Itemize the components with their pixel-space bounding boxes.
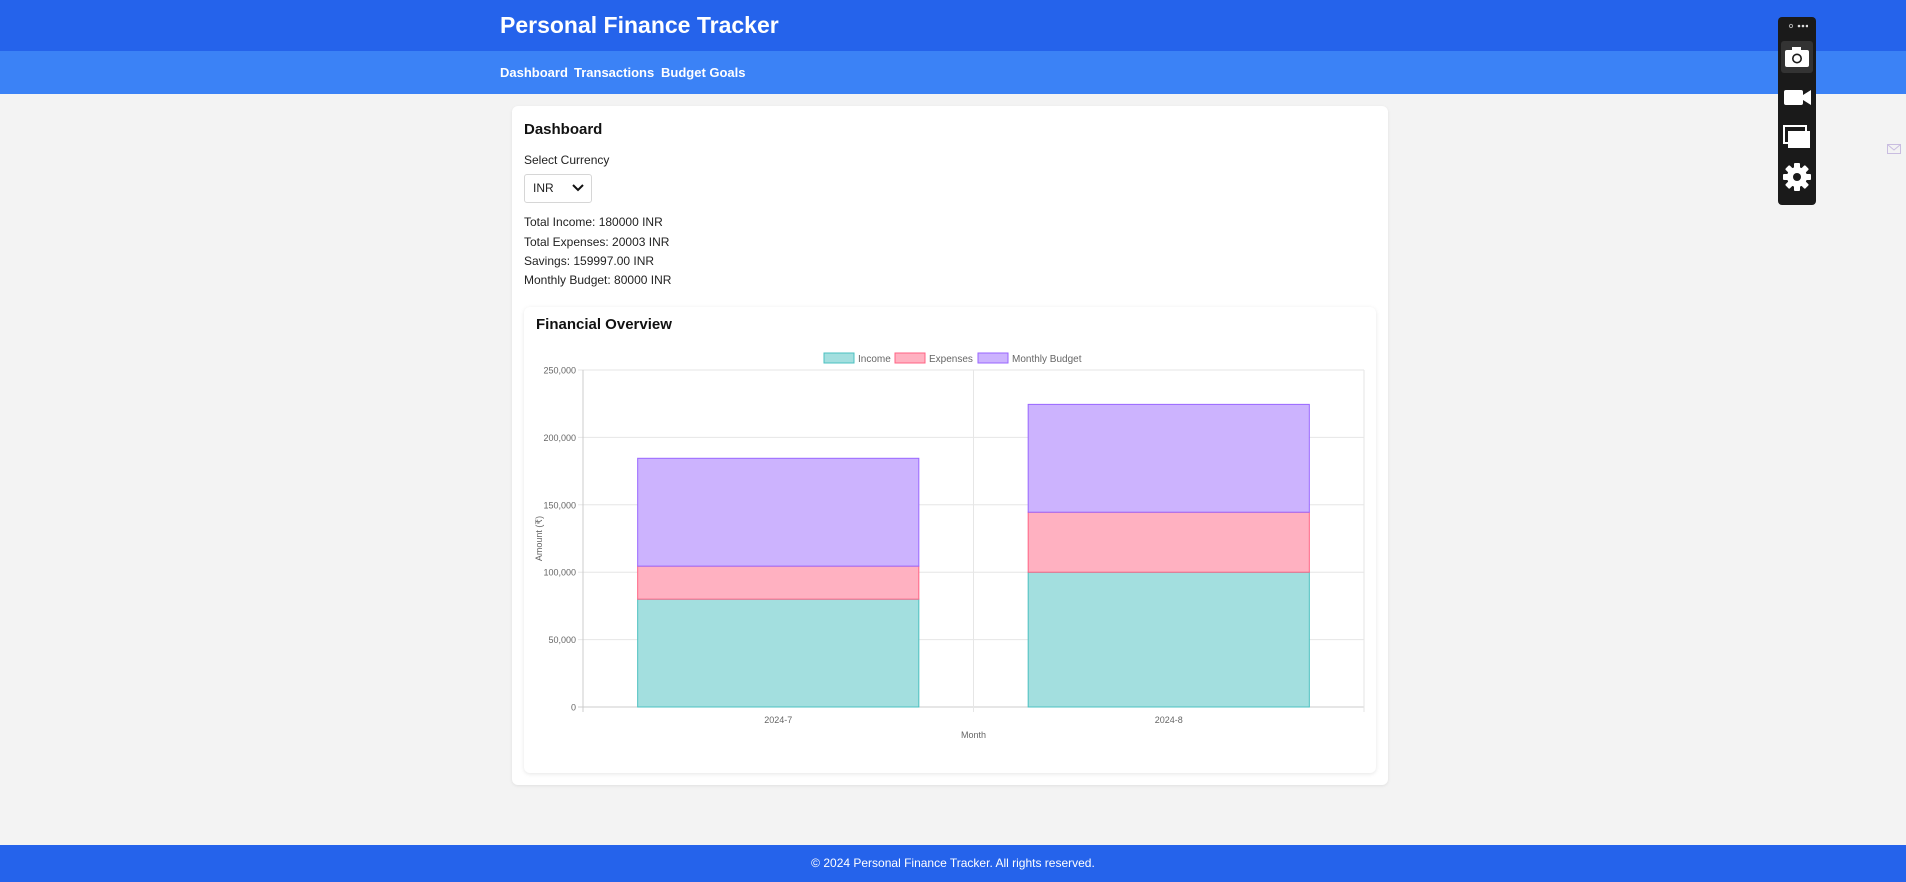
- legend-label: Monthly Budget: [1012, 354, 1082, 365]
- currency-label: Select Currency: [524, 153, 610, 167]
- financial-overview-chart: Income Expenses Monthly Budget 0 50,000 100,0…: [534, 352, 1365, 740]
- monthly-budget-stat: Monthly Budget: 80000 INR: [524, 273, 672, 287]
- savings-stat: Savings: 159997.00 INR: [524, 254, 655, 268]
- mail-icon[interactable]: [1887, 143, 1901, 155]
- header-bar: Personal Finance Tracker: [0, 0, 1906, 51]
- chart-card: Financial Overview Income Expenses Monthly…: [524, 307, 1376, 773]
- y-tick-label: 150,000: [543, 500, 576, 510]
- x-axis-title: Month: [961, 730, 986, 740]
- legend-swatch: [823, 352, 855, 364]
- legend-swatch: [977, 352, 1009, 364]
- legend-swatch: [894, 352, 926, 364]
- page-title: Dashboard: [524, 121, 603, 138]
- bar-income-2024-7: [637, 598, 920, 708]
- bar-monthly-budget-2024-7: [637, 457, 920, 567]
- y-tick-label: 250,000: [543, 366, 576, 376]
- total-expenses-stat: Total Expenses: 20003 INR: [524, 235, 670, 249]
- footer: © 2024 Personal Finance Tracker. All rig…: [0, 845, 1906, 882]
- x-tick-label: 2024-7: [764, 715, 792, 725]
- app-title: Personal Finance Tracker: [500, 12, 779, 38]
- nav-item-dashboard[interactable]: Dashboard: [500, 65, 568, 80]
- bar-expenses-2024-7: [637, 565, 920, 600]
- legend-item-monthly-budget: Monthly Budget: [977, 352, 1082, 365]
- x-tick-label: 2024-8: [1155, 715, 1183, 725]
- legend-label: Income: [858, 354, 891, 365]
- bar-monthly-budget-2024-8: [1027, 403, 1310, 513]
- total-income-stat: Total Income: 180000 INR: [524, 215, 663, 229]
- nav-item-transactions[interactable]: Transactions: [574, 65, 654, 80]
- screen-capture-toolbar: [1778, 17, 1816, 205]
- toolbar-handle-icon[interactable]: [1788, 23, 1808, 29]
- bar-income-2024-8: [1027, 571, 1310, 708]
- legend-label: Expenses: [929, 354, 973, 365]
- currency-select[interactable]: INR: [524, 174, 592, 203]
- legend-item-expenses: Expenses: [894, 352, 973, 365]
- gear-icon[interactable]: [1781, 161, 1813, 193]
- y-tick-label: 50,000: [548, 635, 576, 645]
- video-camera-icon[interactable]: [1781, 81, 1813, 113]
- dashboard-card: Dashboard Select Currency INR Total Inco…: [512, 106, 1388, 785]
- currency-select-value: INR: [533, 181, 554, 195]
- y-tick-label: 100,000: [543, 568, 576, 578]
- y-axis-title: Amount (₹): [534, 516, 544, 561]
- nav-bar: Dashboard Transactions Budget Goals: [0, 51, 1906, 94]
- chevron-down-icon: [572, 184, 584, 192]
- y-tick-label: 0: [571, 703, 576, 713]
- nav-item-budget-goals[interactable]: Budget Goals: [661, 65, 746, 80]
- camera-icon[interactable]: [1781, 41, 1813, 73]
- legend-item-income: Income: [823, 352, 891, 365]
- bar-expenses-2024-8: [1027, 511, 1310, 573]
- windows-icon[interactable]: [1781, 121, 1813, 153]
- y-tick-label: 200,000: [543, 433, 576, 443]
